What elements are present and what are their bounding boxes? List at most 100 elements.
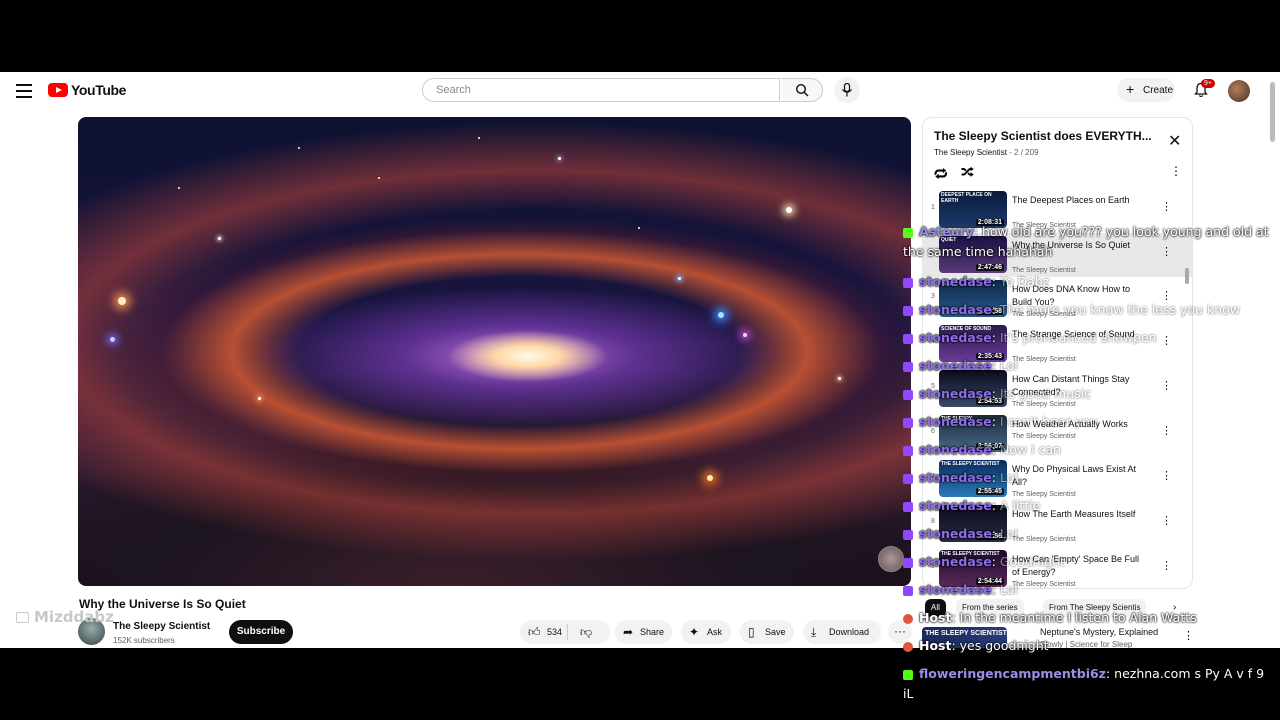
create-button[interactable]: + Create bbox=[1117, 78, 1175, 102]
chat-text: In the meantime I listen to Alan Watts bbox=[959, 610, 1197, 625]
share-button[interactable]: ➦ Share bbox=[615, 620, 672, 644]
thumbs-up-icon[interactable]: 👍︎ bbox=[528, 625, 541, 639]
chat-message: stonedase: Yo Dabz bbox=[903, 272, 1278, 292]
video-channel-watermark[interactable] bbox=[878, 546, 904, 572]
bookmark-icon: ▯ bbox=[748, 625, 755, 639]
star bbox=[118, 297, 126, 305]
chat-username: stonedase bbox=[919, 526, 992, 541]
chat-separator: : bbox=[991, 330, 1000, 345]
twitch-badge-icon bbox=[903, 585, 913, 596]
video-player[interactable] bbox=[78, 117, 911, 586]
download-icon: ⤓ bbox=[811, 625, 817, 639]
twitch-badge-icon bbox=[903, 417, 913, 428]
chat-username: stonedase bbox=[919, 274, 992, 289]
chat-separator: : bbox=[951, 638, 960, 653]
host-badge-icon bbox=[903, 641, 913, 652]
like-dislike-group: 👍︎ 534 👎︎ bbox=[520, 620, 610, 644]
kick-badge-icon bbox=[903, 227, 913, 238]
chat-message: stonedase: Lol bbox=[903, 468, 1278, 488]
subscriber-count: 152K subscribers bbox=[113, 636, 175, 645]
chat-username: stonedase bbox=[919, 302, 992, 317]
chat-message: Asteury: how old are you??? you look you… bbox=[903, 222, 1278, 262]
account-avatar[interactable] bbox=[1228, 80, 1250, 102]
search-button[interactable] bbox=[781, 78, 823, 102]
star bbox=[110, 337, 115, 342]
chat-username: Host bbox=[919, 638, 952, 653]
star bbox=[178, 187, 180, 189]
chat-message: Host: yes goodnight bbox=[903, 636, 1278, 656]
chat-separator: : bbox=[1105, 666, 1115, 681]
twitch-badge-icon bbox=[903, 277, 913, 288]
loop-icon[interactable]: 🔁︎ bbox=[934, 163, 948, 184]
save-label: Save bbox=[765, 627, 786, 637]
save-button[interactable]: ▯ Save bbox=[740, 620, 794, 644]
twitch-badge-icon bbox=[903, 501, 913, 512]
chat-separator: : bbox=[991, 302, 1000, 317]
ask-button[interactable]: ✦ Ask bbox=[681, 620, 731, 644]
chat-separator: : bbox=[991, 442, 1000, 457]
youtube-play-icon bbox=[48, 83, 68, 97]
playlist-panel: The Sleepy Scientist does EVERYTH... The… bbox=[922, 117, 1193, 589]
chat-text: Lol bbox=[999, 582, 1018, 597]
twitch-badge-icon bbox=[903, 557, 913, 568]
close-icon[interactable]: ✕ bbox=[1168, 134, 1181, 150]
chat-text: Now i can bbox=[999, 442, 1061, 457]
chat-username: stonedase bbox=[919, 498, 992, 513]
more-vertical-icon[interactable]: ⋮ bbox=[1161, 200, 1172, 213]
ask-label: Ask bbox=[707, 627, 723, 637]
playlist-item-index: 3 bbox=[931, 293, 935, 300]
chat-username: stonedase bbox=[919, 386, 992, 401]
page-scrollbar[interactable] bbox=[1270, 82, 1275, 142]
twitch-badge-icon bbox=[903, 529, 913, 540]
chat-message: stonedase: Its good music bbox=[903, 384, 1278, 404]
star bbox=[258, 397, 261, 400]
playlist-title[interactable]: The Sleepy Scientist does EVERYTH... bbox=[934, 129, 1156, 143]
playlist-item-title[interactable]: The Deepest Places on Earth bbox=[1012, 194, 1146, 207]
chat-username: stonedase bbox=[919, 470, 992, 485]
star bbox=[638, 227, 640, 229]
chat-message: stonedase: Goodnight bbox=[903, 552, 1278, 572]
thumbs-down-icon[interactable]: 👎︎ bbox=[580, 625, 592, 640]
subscribe-button[interactable]: Subscribe bbox=[229, 620, 293, 644]
star bbox=[558, 157, 561, 160]
search-input[interactable] bbox=[434, 83, 758, 97]
channel-name[interactable]: The Sleepy Scientist bbox=[113, 621, 210, 632]
thumbnail-text: DEEPEST PLACE ON EARTH bbox=[941, 192, 992, 204]
share-label: Share bbox=[640, 627, 665, 637]
menu-icon[interactable] bbox=[16, 82, 32, 98]
star bbox=[718, 312, 724, 318]
logo-text: YouTube bbox=[71, 82, 127, 98]
chat-separator: : bbox=[991, 274, 1000, 289]
search-icon bbox=[795, 83, 809, 97]
create-label: Create bbox=[1143, 85, 1174, 96]
shuffle-icon[interactable]: 🔀︎ bbox=[961, 163, 974, 182]
chat-separator: : bbox=[991, 554, 1000, 569]
video-duration: 2:55:45 bbox=[975, 488, 1004, 495]
top-header: YouTube + Create 9+ bbox=[0, 72, 1280, 142]
chat-message: stonedase: Lol bbox=[903, 524, 1278, 544]
chat-separator: : bbox=[991, 526, 1000, 541]
twitch-badge-icon bbox=[903, 305, 913, 316]
streamer-watermark: Mizddabz bbox=[16, 608, 114, 626]
chat-username: floweringencampmentbi6z bbox=[919, 666, 1106, 681]
chat-separator: : bbox=[951, 610, 960, 625]
chat-separator: : bbox=[991, 386, 1000, 401]
chat-username: Asteury bbox=[919, 224, 974, 239]
chat-text: The more you know the less you know bbox=[999, 302, 1241, 317]
playlist-owner[interactable]: The Sleepy Scientist bbox=[934, 148, 1007, 157]
star bbox=[786, 207, 792, 213]
download-label: Download bbox=[829, 627, 870, 637]
more-vertical-icon[interactable]: ⋮ bbox=[1170, 164, 1182, 178]
voice-search-button[interactable] bbox=[834, 77, 860, 103]
playlist-item-channel: The Sleepy Scientist bbox=[1012, 433, 1076, 440]
chat-username: stonedase bbox=[919, 554, 992, 569]
chat-username: Host bbox=[919, 610, 952, 625]
youtube-logo[interactable]: YouTube bbox=[48, 82, 126, 98]
chat-message: floweringencampmentbi6z: nezhna.com s Py… bbox=[903, 664, 1278, 704]
playlist-item-index: 1 bbox=[931, 204, 935, 211]
like-count[interactable]: 534 bbox=[547, 627, 562, 637]
download-button[interactable]: ⤓ Download bbox=[803, 620, 881, 644]
chat-message: stonedase: A little bbox=[903, 496, 1278, 516]
chat-separator: : bbox=[991, 414, 1000, 429]
chat-text: Yo Dabz bbox=[999, 274, 1050, 289]
